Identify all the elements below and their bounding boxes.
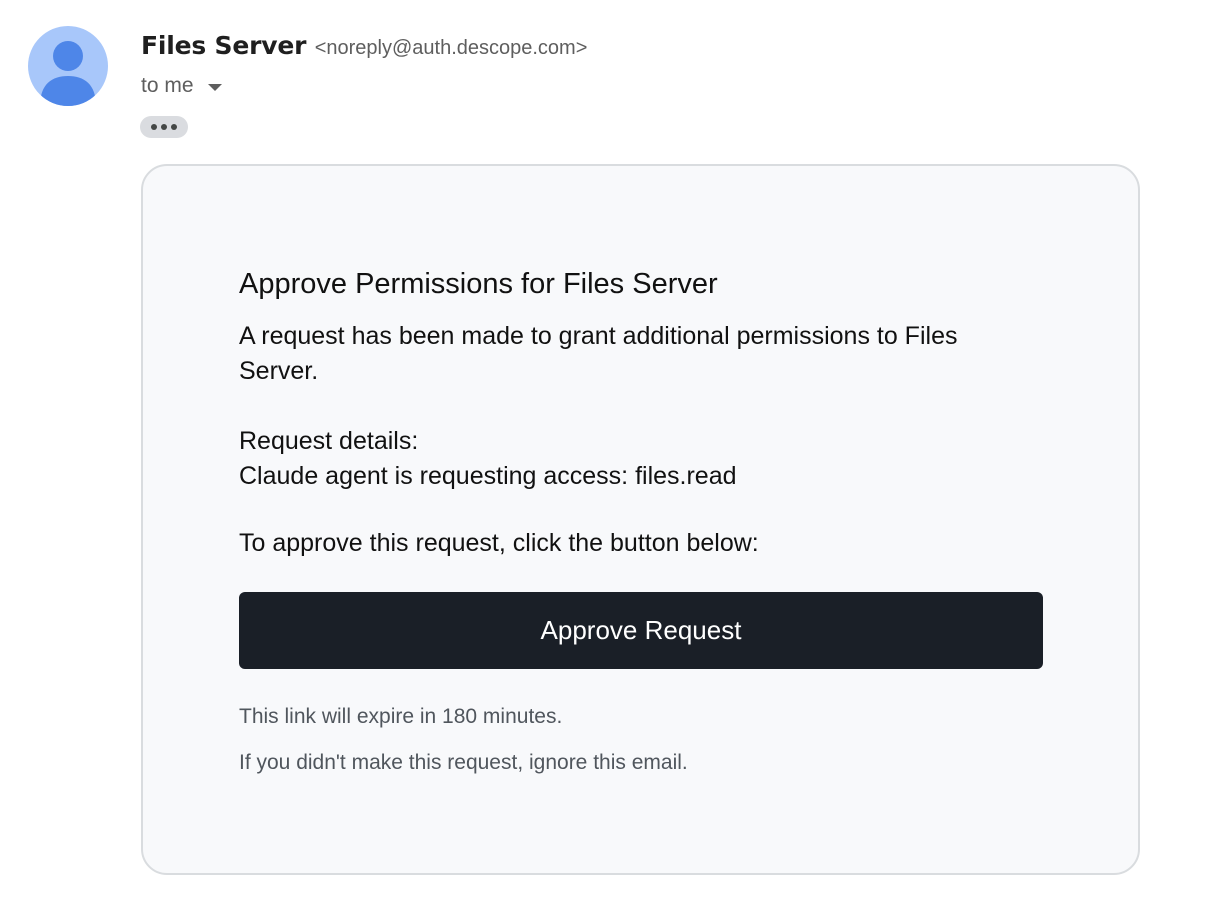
sender-avatar[interactable] (28, 26, 108, 106)
sender-line: Files Server <noreply@auth.descope.com> (141, 30, 587, 66)
request-details: Request details: Claude agent is request… (239, 424, 1039, 494)
more-horizontal-icon (151, 124, 157, 130)
intro-paragraph: A request has been made to grant additio… (239, 322, 958, 385)
email-view: Files Server <noreply@auth.descope.com> … (0, 0, 1226, 898)
recipient-label: to me (141, 74, 194, 97)
details-heading: Request details: (239, 427, 419, 455)
expiry-note: This link will expire in 180 minutes. (239, 705, 563, 728)
ignore-note: If you didn't make this request, ignore … (239, 751, 688, 774)
email-title: Approve Permissions for Files Server (239, 268, 718, 300)
person-avatar-icon (40, 41, 96, 106)
details-value: Claude agent is requesting access: files… (239, 462, 737, 490)
caret-down-icon[interactable] (207, 83, 222, 91)
more-dot (161, 124, 167, 130)
recipient-details-toggle[interactable]: to me (141, 72, 222, 100)
show-trimmed-content-button[interactable] (140, 116, 188, 138)
instruction-text: To approve this request, click the butto… (239, 529, 759, 557)
sender-name[interactable]: Files Server (141, 31, 306, 60)
email-card: Approve Permissions for Files Server A r… (141, 164, 1140, 875)
sender-email: <noreply@auth.descope.com> (314, 37, 588, 59)
approve-request-button[interactable]: Approve Request (239, 592, 1043, 669)
more-dot (171, 124, 177, 130)
